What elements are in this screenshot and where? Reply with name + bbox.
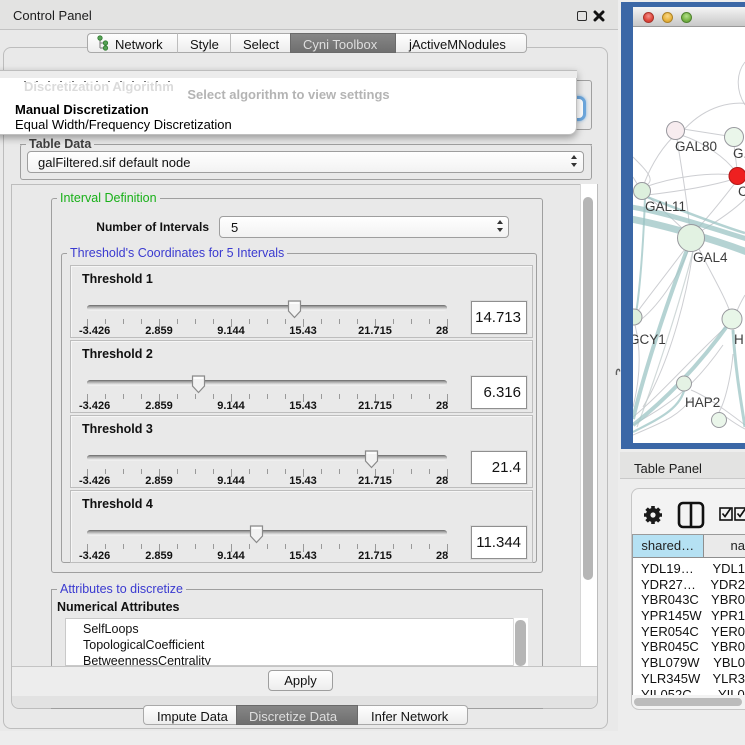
svg-text:GCY1: GCY1: [633, 332, 666, 347]
svg-text:H: H: [734, 332, 744, 347]
svg-text:GAL11: GAL11: [645, 199, 686, 214]
svg-text:G.: G.: [733, 146, 745, 161]
svg-text:GAL4: GAL4: [693, 250, 728, 265]
svg-text:HAP2: HAP2: [685, 395, 720, 410]
svg-text:GAL80: GAL80: [675, 139, 717, 154]
svg-text:C: C: [738, 184, 745, 199]
